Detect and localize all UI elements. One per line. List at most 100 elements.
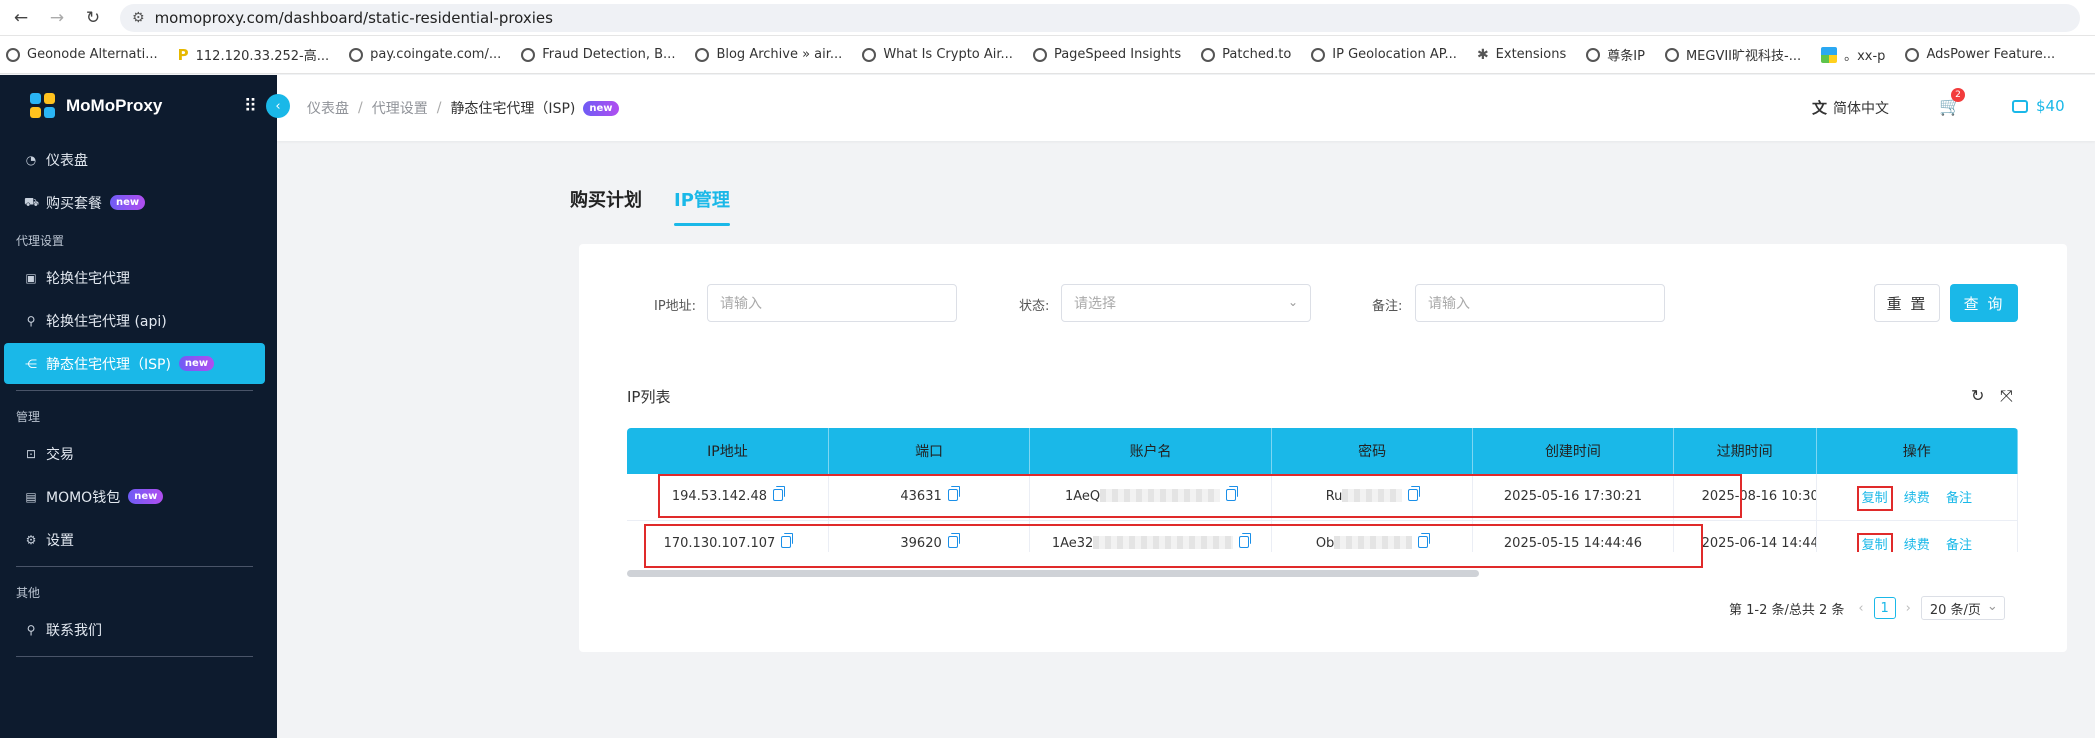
sidebar-item-label: 静态住宅代理（ISP) (46, 356, 171, 373)
logo-text: MoMoProxy (66, 96, 163, 115)
sidebar-item[interactable]: ◔ 仪表盘 (4, 139, 265, 180)
copy-button[interactable]: 复制 (1856, 486, 1893, 512)
status-filter-label: 状态: (1019, 299, 1050, 314)
bookmark-item[interactable]: Patched.to (1201, 47, 1291, 62)
sidebar-item[interactable]: ⊡ 交易 (4, 433, 265, 474)
browser-address-bar: ← → ↻ ⚙ momoproxy.com/dashboard/static-r… (0, 0, 2095, 36)
sidebar-item-label: MOMO钱包 (46, 489, 121, 506)
bookmark-label: Geonode Alternati... (27, 47, 158, 62)
sidebar-item-label: 设置 (46, 532, 74, 549)
page-size-select[interactable]: 20 条/页 ⌄ (1920, 596, 2005, 620)
bookmark-item[interactable]: 尊条IP (1586, 45, 1645, 64)
bookmark-item[interactable]: ✱ Extensions (1477, 47, 1566, 63)
breadcrumb-item-current: 静态住宅代理（ISP) (450, 101, 576, 117)
bookmark-item[interactable]: AdsPower Feature... (1905, 47, 2055, 62)
globe-icon (862, 47, 877, 62)
pagination-summary: 第 1-2 条/总共 2 条 (1729, 602, 1845, 618)
new-badge: new (583, 100, 619, 116)
forward-icon[interactable]: → (42, 3, 72, 33)
top-header: 仪表盘 / 代理设置 / 静态住宅代理（ISP) new 文 简体中文 🛒 2 … (277, 75, 2095, 141)
status-filter-select[interactable]: 请选择 ⌄ (1061, 284, 1311, 322)
bookmark-item[interactable]: pay.coingate.com/... (349, 47, 501, 62)
sidebar-divider (16, 656, 253, 657)
balance-amount: $40 (2036, 97, 2065, 115)
reset-button[interactable]: 重 置 (1874, 284, 1940, 322)
sidebar-item[interactable]: ▣ 轮换住宅代理 (4, 257, 265, 298)
back-icon[interactable]: ← (6, 3, 36, 33)
table-horizontal-scrollbar[interactable] (627, 570, 1479, 577)
note-filter-label: 备注: (1372, 299, 1403, 314)
note-filter-input[interactable]: 请输入 (1415, 284, 1665, 322)
language-switcher[interactable]: 文 简体中文 (1812, 97, 1889, 118)
wallet-icon (2012, 99, 2028, 113)
globe-icon (521, 47, 536, 62)
sidebar-item[interactable]: ⚲ 联系我们 (4, 609, 265, 650)
sidebar-group-label: 管理 (16, 409, 41, 424)
bookmark-item[interactable]: What Is Crypto Air... (862, 47, 1013, 62)
breadcrumb-item-dashboard[interactable]: 仪表盘 (307, 98, 349, 118)
column-header-actions: 操作 (1816, 428, 2018, 474)
bookmark-item[interactable]: 。xx-p (1821, 45, 1885, 64)
wallet-balance[interactable]: $40 (2012, 97, 2065, 115)
note-button[interactable]: 备注 (1946, 491, 1972, 506)
fullscreen-icon[interactable]: ⤧ (2000, 386, 2013, 406)
collapse-sidebar-button[interactable]: ‹ (266, 94, 290, 118)
globe-icon (1311, 47, 1326, 62)
breadcrumb-item-proxy-settings[interactable]: 代理设置 (372, 98, 428, 118)
breadcrumb-separator: / (358, 100, 363, 116)
flag-icon: P (177, 45, 189, 64)
bookmark-item[interactable]: PageSpeed Insights (1032, 47, 1181, 62)
sidebar-divider (16, 566, 253, 567)
bookmark-label: IP Geolocation AP... (1332, 47, 1457, 62)
query-button[interactable]: 查 询 (1950, 284, 2018, 322)
bookmark-item[interactable]: MEGVII旷视科技-... (1664, 45, 1802, 64)
bookmark-item[interactable]: Geonode Alternati... (6, 47, 158, 62)
cart-icon: ⛟ (24, 194, 40, 209)
column-header-password: 密码 (1271, 428, 1474, 474)
new-badge: new (128, 489, 164, 504)
copy-button[interactable]: 复制 (1856, 532, 1893, 552)
sidebar-item-label: 购买套餐 (46, 195, 102, 212)
logo-icon (30, 93, 56, 119)
sidebar-item-label: 轮换住宅代理 (46, 270, 130, 287)
prev-page-icon[interactable]: ‹ (1858, 601, 1863, 616)
next-page-icon[interactable]: › (1906, 601, 1911, 616)
cart-button[interactable]: 🛒 2 (1939, 88, 1965, 117)
tab-purchase-plan[interactable]: 购买计划 (570, 186, 642, 226)
sidebar-item[interactable]: ⚲ 轮换住宅代理 (api) (4, 300, 265, 341)
ip-filter-input[interactable]: 请输入 (707, 284, 957, 322)
bookmark-label: What Is Crypto Air... (883, 47, 1013, 62)
reload-icon[interactable]: ↻ (78, 3, 108, 33)
sidebar-item[interactable]: ▤ MOMO钱包 new (4, 476, 265, 517)
chevron-down-icon: ⌄ (1287, 295, 1298, 309)
renew-button[interactable]: 续费 (1904, 538, 1930, 553)
column-header-created: 创建时间 (1472, 428, 1674, 474)
page-size-label: 20 条/页 (1929, 602, 1981, 618)
bookmark-item[interactable]: IP Geolocation AP... (1311, 47, 1457, 62)
bookmark-label: 112.120.33.252-高... (195, 49, 330, 64)
tab-ip-management[interactable]: IP管理 (674, 186, 730, 226)
chevron-down-icon: ⌄ (1986, 599, 1998, 614)
site-info-icon[interactable]: ⚙ (132, 10, 145, 26)
url-bar[interactable]: ⚙ momoproxy.com/dashboard/static-residen… (120, 3, 2080, 32)
bookmark-item[interactable]: P 112.120.33.252-高... (177, 45, 330, 65)
translate-icon: 文 (1812, 99, 1828, 117)
refresh-icon[interactable]: ↻ (1971, 386, 1984, 405)
bookmark-item[interactable]: Blog Archive » air... (695, 47, 842, 62)
bookmark-label: Blog Archive » air... (716, 47, 843, 62)
globe-icon (1905, 47, 1920, 62)
note-button[interactable]: 备注 (1946, 538, 1972, 553)
sidebar-group-label: 其他 (16, 585, 41, 600)
highlight-box-row-2 (644, 524, 1703, 568)
sidebar-item[interactable]: ⋲ 静态住宅代理（ISP) new (4, 343, 265, 384)
sidebar-item[interactable]: ⚙ 设置 (4, 519, 265, 560)
page-number-current[interactable]: 1 (1873, 597, 1896, 619)
breadcrumb-separator: / (436, 100, 442, 116)
url-text: momoproxy.com/dashboard/static-residenti… (154, 8, 553, 27)
bookmark-label: MEGVII旷视科技-... (1685, 49, 1802, 64)
renew-button[interactable]: 续费 (1904, 491, 1930, 506)
apps-grid-icon[interactable]: ⠿ (244, 96, 257, 117)
globe-icon (695, 47, 710, 62)
bookmark-item[interactable]: Fraud Detection, B... (521, 47, 675, 62)
sidebar-item[interactable]: ⛟ 购买套餐 new (4, 182, 265, 223)
